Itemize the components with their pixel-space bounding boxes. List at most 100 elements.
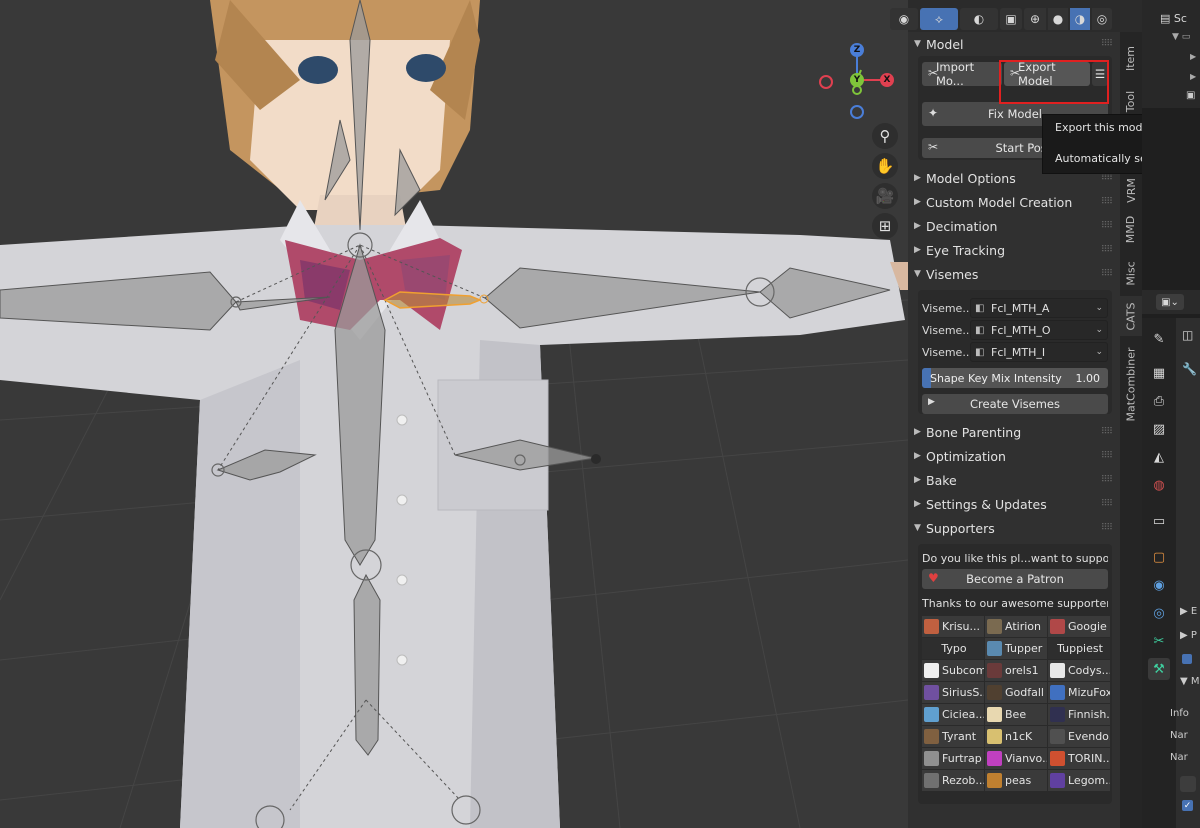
section-decimation[interactable]: ▶ Decimation ⠿⠿ xyxy=(908,214,1120,238)
overlay-icon[interactable]: ◐ xyxy=(960,8,998,30)
tool-icon[interactable]: ✎ xyxy=(1148,328,1170,350)
props-row-2[interactable]: ▶ P xyxy=(1180,630,1197,641)
modifier-icon[interactable]: ◉ xyxy=(1148,574,1170,596)
chevron-right-icon[interactable]: ▶ xyxy=(1190,52,1196,61)
drag-grip-icon[interactable]: ⠿⠿ xyxy=(1101,523,1113,533)
drag-grip-icon[interactable]: ⠿⠿ xyxy=(1101,427,1113,437)
gizmo-icon[interactable]: ⟡ xyxy=(920,8,958,30)
section-supporters-header[interactable]: ▼ Supporters ⠿⠿ xyxy=(908,516,1120,540)
section-model-header[interactable]: ▼ Model ⠿⠿ xyxy=(908,32,1120,56)
supporter-cell[interactable]: Rezob... xyxy=(922,770,984,791)
supporter-cell[interactable]: Tupper xyxy=(985,638,1047,659)
supporter-cell[interactable]: n1cK xyxy=(985,726,1047,747)
supporter-cell[interactable]: Tuppiest xyxy=(1048,638,1110,659)
gizmo-neg-z[interactable] xyxy=(850,105,864,119)
supporter-cell[interactable]: Vianvo... xyxy=(985,748,1047,769)
supporter-cell[interactable]: Finnish... xyxy=(1048,704,1110,725)
supporter-cell[interactable]: SiriusS... xyxy=(922,682,984,703)
view-layer-icon[interactable]: ▨ xyxy=(1148,418,1170,440)
3d-viewport[interactable]: 👁 Z X Y ⚲ ✋ 🎥 ⊞ xyxy=(0,0,908,828)
section-eye-tracking[interactable]: ▶ Eye Tracking ⠿⠿ xyxy=(908,238,1120,262)
gizmo-neg-y[interactable] xyxy=(852,85,862,95)
solid-shading-icon[interactable]: ● xyxy=(1048,8,1068,30)
supporter-cell[interactable]: Legom... xyxy=(1048,770,1110,791)
supporter-cell[interactable]: Evendo... xyxy=(1048,726,1110,747)
xray-icon[interactable]: ▣ xyxy=(1000,8,1022,30)
supporter-cell[interactable]: Atirion xyxy=(985,616,1047,637)
tab-mmd[interactable]: MMD xyxy=(1120,208,1142,250)
section-bake[interactable]: ▶ Bake ⠿⠿ xyxy=(908,468,1120,492)
drag-grip-icon[interactable]: ⠿⠿ xyxy=(1101,197,1113,207)
section-settings-updates[interactable]: ▶ Settings & Updates ⠿⠿ xyxy=(908,492,1120,516)
navigation-gizmo[interactable]: Z X Y xyxy=(815,40,895,125)
visibility-icon[interactable]: ◉ xyxy=(890,8,918,30)
tab-matcombiner[interactable]: MatCombiner xyxy=(1120,340,1142,428)
supporter-cell[interactable]: Subcom xyxy=(922,660,984,681)
output-icon[interactable]: ⎙ xyxy=(1148,390,1170,412)
armature-icon[interactable]: ✂ xyxy=(1148,630,1170,652)
supporter-cell[interactable]: MizuFox xyxy=(1048,682,1110,703)
section-visemes-header[interactable]: ▼ Visemes ⠿⠿ xyxy=(908,262,1120,286)
become-patron-button[interactable]: ♥ Become a Patron xyxy=(922,569,1108,589)
props-button[interactable] xyxy=(1180,776,1196,792)
props-row-1[interactable]: ▶ E xyxy=(1180,606,1197,617)
collection-icon[interactable]: ▭ xyxy=(1148,510,1170,532)
bone-icon[interactable]: ⚒ xyxy=(1148,658,1170,680)
supporter-cell[interactable]: orels1 xyxy=(985,660,1047,681)
wireframe-shading-icon[interactable]: ⊕ xyxy=(1024,8,1046,30)
scene-icon[interactable]: ◭ xyxy=(1148,446,1170,468)
gizmo-x-axis[interactable]: X xyxy=(880,73,894,87)
props-row-3[interactable]: ▼ M xyxy=(1180,676,1200,687)
gizmo-neg-x[interactable] xyxy=(819,75,833,89)
drag-grip-icon[interactable]: ⠿⠿ xyxy=(1101,269,1113,279)
tab-vrm[interactable]: VRM xyxy=(1120,172,1142,208)
viseme-ch-dropdown[interactable]: ◧ Fcl_MTH_I ⌄ xyxy=(970,342,1108,362)
drag-grip-icon[interactable]: ⠿⠿ xyxy=(1101,173,1113,183)
checkbox[interactable] xyxy=(1182,654,1192,664)
hand-icon[interactable]: ✋ xyxy=(872,153,898,179)
import-model-button[interactable]: ✂ Import Mo... xyxy=(922,60,1002,88)
drag-grip-icon[interactable]: ⠿⠿ xyxy=(1101,451,1113,461)
rendered-shading-icon[interactable]: ◎ xyxy=(1092,8,1112,30)
wrench-icon[interactable]: 🔧 xyxy=(1182,362,1197,376)
section-optimization[interactable]: ▶ Optimization ⠿⠿ xyxy=(908,444,1120,468)
supporter-cell[interactable]: Googie xyxy=(1048,616,1110,637)
supporter-cell[interactable]: Typo xyxy=(922,638,984,659)
gizmo-z-axis[interactable]: Z xyxy=(850,43,864,57)
drag-grip-icon[interactable]: ⠿⠿ xyxy=(1101,39,1113,49)
zoom-icon[interactable]: ⚲ xyxy=(872,123,898,149)
render-icon[interactable]: ▦ xyxy=(1148,362,1170,384)
supporter-cell[interactable]: Krisu... xyxy=(922,616,984,637)
viseme-o-dropdown[interactable]: ◧ Fcl_MTH_O ⌄ xyxy=(970,320,1108,340)
shape-key-mix-intensity-slider[interactable]: Shape Key Mix Intensity 1.00 xyxy=(922,368,1108,388)
section-custom-model-creation[interactable]: ▶ Custom Model Creation ⠿⠿ xyxy=(908,190,1120,214)
tab-misc[interactable]: Misc xyxy=(1120,254,1142,292)
object-icon[interactable]: ▢ xyxy=(1148,546,1170,568)
properties-icon[interactable]: ◫ xyxy=(1182,328,1193,342)
chevron-right-icon[interactable]: ▶ xyxy=(1190,72,1196,81)
chevron-down-icon[interactable]: ▼ ▭ xyxy=(1172,32,1190,42)
supporter-cell[interactable]: peas xyxy=(985,770,1047,791)
drag-grip-icon[interactable]: ⠿⠿ xyxy=(1101,475,1113,485)
checkbox-checked[interactable]: ✓ xyxy=(1182,800,1193,811)
drag-grip-icon[interactable]: ⠿⠿ xyxy=(1101,499,1113,509)
supporter-cell[interactable]: TORIN... xyxy=(1048,748,1110,769)
section-bone-parenting[interactable]: ▶ Bone Parenting ⠿⠿ xyxy=(908,420,1120,444)
supporter-cell[interactable]: Codys... xyxy=(1048,660,1110,681)
viseme-a-dropdown[interactable]: ◧ Fcl_MTH_A ⌄ xyxy=(970,298,1108,318)
outliner-scene-row[interactable]: ▤ Sc xyxy=(1160,12,1187,25)
editor-type-icon[interactable]: ▣⌄ xyxy=(1156,294,1184,310)
camera-icon[interactable]: 🎥 xyxy=(872,183,898,209)
constraint-icon[interactable]: ◎ xyxy=(1148,602,1170,624)
supporter-cell[interactable]: Ciciea... xyxy=(922,704,984,725)
collection-icon[interactable]: ▣ xyxy=(1186,90,1195,101)
tab-item[interactable]: Item xyxy=(1120,36,1142,80)
outliner[interactable]: ▤ Sc ▼ ▭ ▶ ▶ ▣ xyxy=(1142,0,1200,108)
supporter-cell[interactable]: Tyrant xyxy=(922,726,984,747)
grid-icon[interactable]: ⊞ xyxy=(872,213,898,239)
supporter-cell[interactable]: Furtrap xyxy=(922,748,984,769)
material-shading-icon[interactable]: ◑ xyxy=(1070,8,1090,30)
world-icon[interactable]: ◍ xyxy=(1148,474,1170,496)
drag-grip-icon[interactable]: ⠿⠿ xyxy=(1101,245,1113,255)
create-visemes-button[interactable]: ▶ Create Visemes xyxy=(922,394,1108,414)
